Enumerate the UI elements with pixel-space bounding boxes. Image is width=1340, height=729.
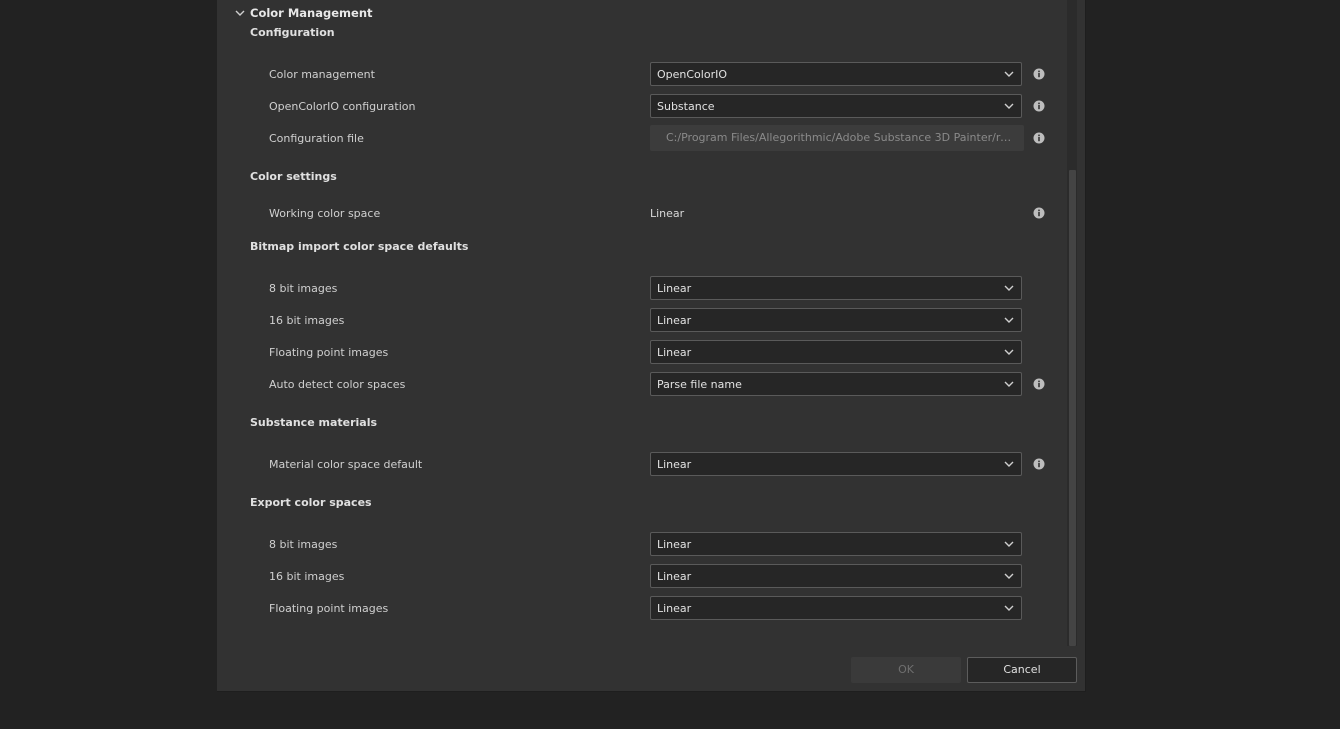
select-value: Linear — [657, 458, 692, 471]
config-file-path: C:/Program Files/Allegorithmic/Adobe Sub… — [666, 131, 1016, 144]
import-8bit-label: 8 bit images — [269, 282, 338, 295]
chevron-down-icon — [1004, 573, 1014, 579]
working-color-space-value: Linear — [650, 207, 685, 220]
import-float-label: Floating point images — [269, 346, 389, 359]
export-float-label: Floating point images — [269, 602, 389, 615]
color-management-select[interactable]: OpenColorIO — [650, 62, 1022, 86]
export-8bit-select[interactable]: Linear — [650, 532, 1022, 556]
select-value: Linear — [657, 282, 692, 295]
chevron-down-icon — [1004, 461, 1014, 467]
info-icon[interactable] — [1033, 68, 1045, 80]
import-8bit-select[interactable]: Linear — [650, 276, 1022, 300]
subsection-substance-materials: Substance materials — [250, 416, 378, 429]
info-icon[interactable] — [1033, 132, 1045, 144]
info-icon[interactable] — [1033, 100, 1045, 112]
select-value: Linear — [657, 538, 692, 551]
export-16bit-select[interactable]: Linear — [650, 564, 1022, 588]
chevron-down-icon — [1004, 285, 1014, 291]
color-management-label: Color management — [269, 68, 375, 81]
subsection-color-settings: Color settings — [250, 170, 337, 183]
select-value: Parse file name — [657, 378, 742, 391]
info-icon[interactable] — [1033, 458, 1045, 470]
chevron-down-icon — [1004, 317, 1014, 323]
select-value: Linear — [657, 570, 692, 583]
cancel-button[interactable]: Cancel — [967, 657, 1077, 683]
chevron-down-icon — [1004, 349, 1014, 355]
chevron-down-icon — [1004, 541, 1014, 547]
ocio-config-label: OpenColorIO configuration — [269, 100, 416, 113]
select-value: Linear — [657, 314, 692, 327]
config-file-label: Configuration file — [269, 132, 364, 145]
chevron-down-icon — [1004, 381, 1014, 387]
preferences-dialog: Color Management Configuration Color man… — [217, 0, 1086, 692]
auto-detect-label: Auto detect color spaces — [269, 378, 406, 391]
export-float-select[interactable]: Linear — [650, 596, 1022, 620]
ocio-config-select[interactable]: Substance — [650, 94, 1022, 118]
import-float-select[interactable]: Linear — [650, 340, 1022, 364]
select-value: Linear — [657, 346, 692, 359]
info-icon[interactable] — [1033, 207, 1045, 219]
working-color-space-label: Working color space — [269, 207, 381, 220]
select-value: OpenColorIO — [657, 68, 728, 81]
select-value: Linear — [657, 602, 692, 615]
chevron-down-icon — [1004, 605, 1014, 611]
subsection-bitmap-import: Bitmap import color space defaults — [250, 240, 469, 253]
import-16bit-label: 16 bit images — [269, 314, 345, 327]
section-header-color-management[interactable]: Color Management — [250, 6, 373, 20]
export-16bit-label: 16 bit images — [269, 570, 345, 583]
ok-button[interactable]: OK — [851, 657, 961, 683]
select-value: Substance — [657, 100, 715, 113]
export-8bit-label: 8 bit images — [269, 538, 338, 551]
auto-detect-select[interactable]: Parse file name — [650, 372, 1022, 396]
info-icon[interactable] — [1033, 378, 1045, 390]
config-file-field: C:/Program Files/Allegorithmic/Adobe Sub… — [650, 125, 1024, 151]
import-16bit-select[interactable]: Linear — [650, 308, 1022, 332]
subsection-configuration: Configuration — [250, 26, 335, 39]
collapse-arrow-icon[interactable] — [234, 7, 246, 19]
chevron-down-icon — [1004, 103, 1014, 109]
scrollbar-thumb[interactable] — [1069, 170, 1076, 646]
material-default-select[interactable]: Linear — [650, 452, 1022, 476]
subsection-export-color-spaces: Export color spaces — [250, 496, 372, 509]
material-default-label: Material color space default — [269, 458, 423, 471]
chevron-down-icon — [1004, 71, 1014, 77]
